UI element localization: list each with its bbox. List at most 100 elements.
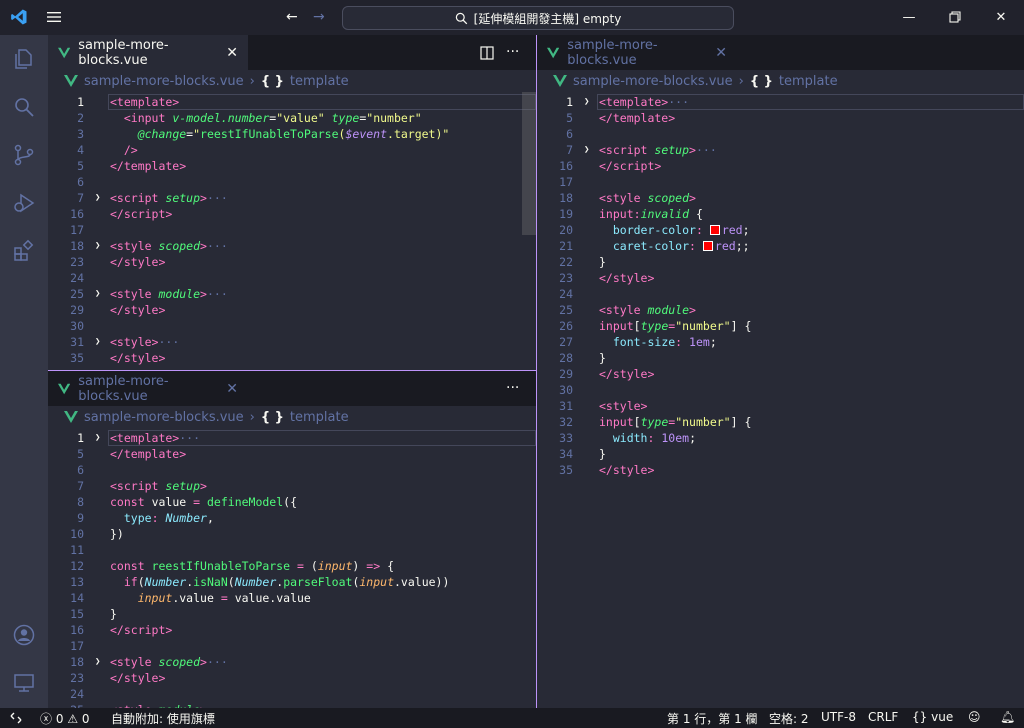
- code-line[interactable]: 1 <template>: [48, 94, 536, 110]
- close-tab-icon[interactable]: ✕: [715, 45, 727, 61]
- code-line[interactable]: 30: [537, 382, 1024, 398]
- code-line[interactable]: 18 ❯ <style scoped>···: [48, 654, 536, 670]
- back-arrow-icon[interactable]: ←: [286, 9, 298, 25]
- explorer-icon[interactable]: [12, 47, 36, 71]
- code-line[interactable]: 7 ❯ <script setup>···: [48, 190, 536, 206]
- code-line[interactable]: 6: [537, 126, 1024, 142]
- code-line[interactable]: 5 </template>: [48, 158, 536, 174]
- code-line[interactable]: 5 </template>: [48, 446, 536, 462]
- code-line[interactable]: 24: [48, 270, 536, 286]
- code-line[interactable]: 35 </style>: [48, 350, 536, 366]
- code-line[interactable]: 6: [48, 462, 536, 478]
- cursor-position[interactable]: 第 1 行，第 1 欄: [667, 710, 758, 727]
- fold-chevron-icon[interactable]: ❯: [584, 94, 589, 110]
- code-line[interactable]: 22}: [537, 254, 1024, 270]
- language-mode[interactable]: {} vue: [912, 710, 953, 724]
- code-editor[interactable]: 1 ❯ <template>··· 5 </template> 6 7 <script set…: [48, 428, 536, 708]
- code-line[interactable]: 20 border-color: red;: [537, 222, 1024, 238]
- breadcrumb-symbol[interactable]: template: [290, 410, 349, 425]
- code-line[interactable]: 7 <script setup>: [48, 478, 536, 494]
- code-line[interactable]: 33 width: 10em;: [537, 430, 1024, 446]
- fold-chevron-icon[interactable]: ❯: [95, 654, 100, 670]
- code-line[interactable]: 10}): [48, 526, 536, 542]
- code-editor[interactable]: 1 ❯ <template>··· 5 </template> 6 7 ❯ <script se…: [537, 92, 1024, 708]
- breadcrumb-file[interactable]: sample-more-blocks.vue: [573, 74, 733, 89]
- code-line[interactable]: 23 </style>: [48, 670, 536, 686]
- code-line[interactable]: 26 input[type="number"] {: [537, 318, 1024, 334]
- code-line[interactable]: 25 <style module>: [537, 302, 1024, 318]
- fold-chevron-icon[interactable]: ❯: [95, 286, 100, 302]
- restore-icon[interactable]: [944, 6, 966, 28]
- source-control-icon[interactable]: [12, 143, 36, 167]
- split-editor-icon[interactable]: [480, 46, 494, 60]
- code-line[interactable]: 18 <style scoped>: [537, 190, 1024, 206]
- code-line[interactable]: 6: [48, 174, 536, 190]
- code-line[interactable]: 4 />: [48, 142, 536, 158]
- notifications-bell-icon[interactable]: 🔔︎: [1000, 710, 1015, 724]
- tab-sample-more-blocks[interactable]: sample-more-blocks.vue ✕: [48, 35, 248, 70]
- code-line[interactable]: 15}: [48, 606, 536, 622]
- code-line[interactable]: 3 @change="reestIfUnableToParse($event.t…: [48, 126, 536, 142]
- run-debug-icon[interactable]: [12, 191, 36, 215]
- code-line[interactable]: 9 type: Number,: [48, 510, 536, 526]
- forward-arrow-icon[interactable]: →: [313, 9, 325, 25]
- breadcrumb-symbol[interactable]: template: [290, 74, 349, 89]
- code-line[interactable]: 32 input[type="number"] {: [537, 414, 1024, 430]
- problems-indicator[interactable]: ⓧ 0 ⚠ 0: [40, 710, 90, 727]
- extensions-icon[interactable]: [12, 239, 36, 263]
- close-tab-icon[interactable]: ✕: [226, 45, 238, 61]
- fold-chevron-icon[interactable]: ❯: [95, 190, 100, 206]
- code-line[interactable]: 25 ❯ <style module>···: [48, 286, 536, 302]
- code-line[interactable]: 28}: [537, 350, 1024, 366]
- command-center-search[interactable]: [延伸模組開發主機] empty: [342, 6, 734, 30]
- code-line[interactable]: 17: [48, 222, 536, 238]
- search-view-icon[interactable]: [12, 95, 36, 119]
- scrollbar-thumb[interactable]: [522, 92, 536, 235]
- code-line[interactable]: 13 if(Number.isNaN(Number.parseFloat(inp…: [48, 574, 536, 590]
- eol-status[interactable]: CRLF: [868, 710, 898, 724]
- code-line[interactable]: 31 ❯ <style>···: [48, 334, 536, 350]
- code-line[interactable]: 7 ❯ <script setup>···: [537, 142, 1024, 158]
- remote-explorer-icon[interactable]: [12, 671, 36, 695]
- code-line[interactable]: 24: [537, 286, 1024, 302]
- indentation-status[interactable]: 空格: 2: [769, 710, 809, 727]
- code-line[interactable]: 14 input.value = value.value: [48, 590, 536, 606]
- code-line[interactable]: 5 </template>: [537, 110, 1024, 126]
- code-line[interactable]: 16 </script>: [537, 158, 1024, 174]
- code-line[interactable]: 19 input:invalid {: [537, 206, 1024, 222]
- code-line[interactable]: 1 ❯ <template>···: [537, 94, 1024, 110]
- close-window-icon[interactable]: ✕: [990, 6, 1012, 28]
- menu-icon[interactable]: [46, 10, 62, 24]
- code-line[interactable]: 21 caret-color: red;;: [537, 238, 1024, 254]
- fold-chevron-icon[interactable]: ❯: [95, 238, 100, 254]
- code-line[interactable]: 17: [48, 638, 536, 654]
- remote-indicator-icon[interactable]: [10, 712, 22, 724]
- breadcrumb-file[interactable]: sample-more-blocks.vue: [84, 410, 244, 425]
- code-line[interactable]: 27 font-size: 1em;: [537, 334, 1024, 350]
- code-line[interactable]: 35 </style>: [537, 462, 1024, 478]
- code-editor[interactable]: 1 <template> 2 <input v-model.number="valu…: [48, 92, 536, 370]
- breadcrumb-symbol[interactable]: template: [779, 74, 838, 89]
- tab-sample-more-blocks[interactable]: sample-more-blocks.vue ✕: [48, 371, 248, 406]
- code-line[interactable]: 17: [537, 174, 1024, 190]
- code-line[interactable]: 16 </script>: [48, 206, 536, 222]
- code-line[interactable]: 34}: [537, 446, 1024, 462]
- tab-sample-more-blocks[interactable]: sample-more-blocks.vue ✕: [537, 35, 737, 70]
- close-tab-icon[interactable]: ✕: [226, 381, 238, 397]
- code-line[interactable]: 23 </style>: [537, 270, 1024, 286]
- code-line[interactable]: 18 ❯ <style scoped>···: [48, 238, 536, 254]
- encoding-status[interactable]: UTF-8: [821, 710, 856, 724]
- code-line[interactable]: 30: [48, 318, 536, 334]
- code-line[interactable]: 12 const reestIfUnableToParse = (input) =…: [48, 558, 536, 574]
- code-line[interactable]: 16 </script>: [48, 622, 536, 638]
- minimize-icon[interactable]: —: [898, 6, 920, 28]
- code-line[interactable]: 11: [48, 542, 536, 558]
- more-actions-icon[interactable]: ···: [506, 380, 519, 396]
- code-line[interactable]: 23 </style>: [48, 254, 536, 270]
- code-line[interactable]: 1 ❯ <template>···: [48, 430, 536, 446]
- code-line[interactable]: 31 <style>: [537, 398, 1024, 414]
- copilot-icon[interactable]: ☺: [968, 710, 981, 724]
- fold-chevron-icon[interactable]: ❯: [584, 142, 589, 158]
- fold-chevron-icon[interactable]: ❯: [95, 430, 100, 446]
- code-line[interactable]: 29 </style>: [537, 366, 1024, 382]
